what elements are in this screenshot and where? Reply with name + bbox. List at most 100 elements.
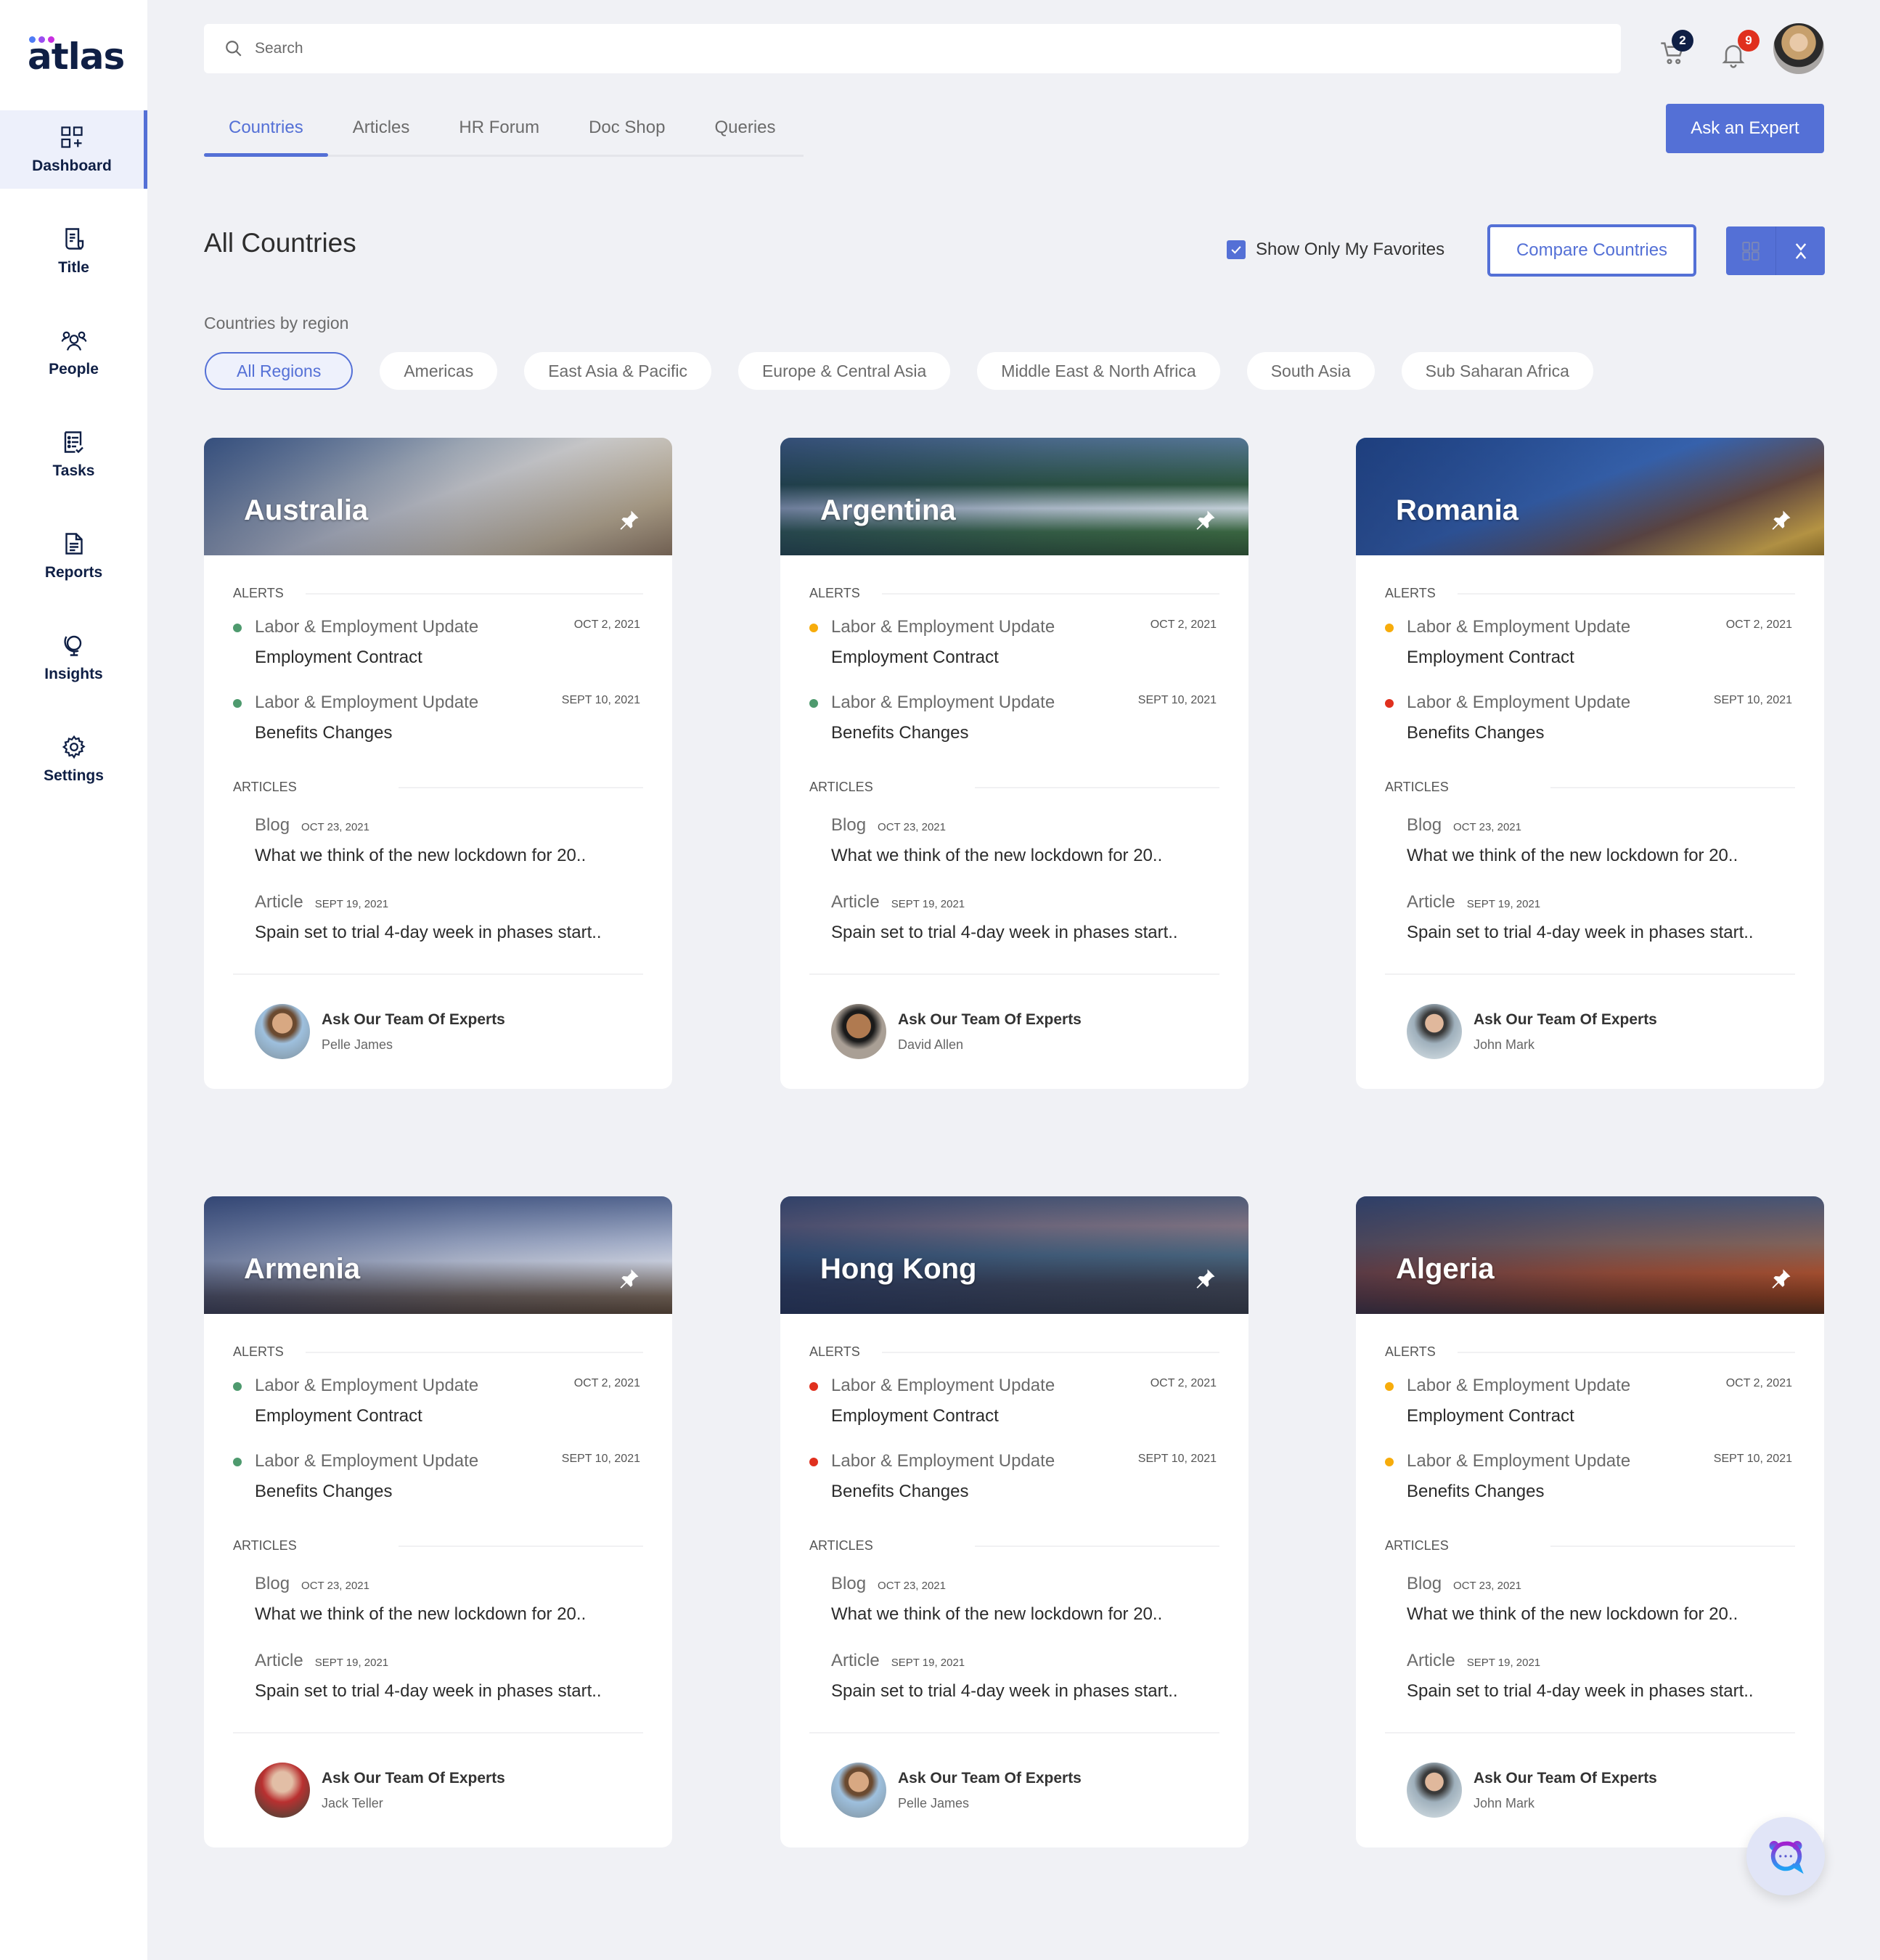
search-bar[interactable]	[204, 24, 1621, 73]
article-title: Spain set to trial 4-day week in phases …	[831, 1681, 1178, 1701]
country-card-hong-kong[interactable]: Hong Kong ALERTS Labor & Employment Upda…	[780, 1196, 1248, 1847]
tab-hr-forum[interactable]: HR Forum	[434, 102, 564, 155]
ask-expert-link[interactable]: Ask Our Team Of Experts Pelle James	[233, 1004, 643, 1059]
ask-expert-link[interactable]: Ask Our Team Of Experts John Mark	[1385, 1763, 1795, 1818]
pin-icon[interactable]	[1770, 1267, 1792, 1289]
alert-item[interactable]: Labor & Employment Update Benefits Chang…	[1385, 693, 1795, 743]
notifications-button[interactable]: 9	[1719, 30, 1760, 69]
region-pill-south-asia[interactable]: South Asia	[1246, 352, 1375, 390]
article-title: Spain set to trial 4-day week in phases …	[831, 923, 1178, 942]
compare-countries-button[interactable]: Compare Countries	[1487, 224, 1696, 277]
pin-icon[interactable]	[1195, 509, 1217, 531]
article-kind: Article	[831, 1651, 880, 1670]
country-card-header[interactable]: Argentina	[780, 438, 1248, 555]
sidebar-item-reports[interactable]: Reports	[0, 517, 147, 595]
ask-expert-link[interactable]: Ask Our Team Of Experts Jack Teller	[233, 1763, 643, 1818]
articles-section-title: ARTICLES	[1385, 780, 1795, 795]
favorites-checkbox[interactable]	[1227, 240, 1246, 259]
sidebar-item-settings[interactable]: Settings	[0, 720, 147, 799]
alert-item[interactable]: Labor & Employment Update Employment Con…	[1385, 1376, 1795, 1426]
alert-item[interactable]: Labor & Employment Update Employment Con…	[1385, 617, 1795, 668]
article-item[interactable]: Blog OCT 23, 2021 What we think of the ne…	[1385, 815, 1795, 866]
article-item[interactable]: Blog OCT 23, 2021 What we think of the ne…	[809, 815, 1219, 866]
alert-item[interactable]: Labor & Employment Update Employment Con…	[809, 1376, 1219, 1426]
article-item[interactable]: Article SEPT 19, 2021 Spain set to trial …	[233, 892, 643, 943]
ask-expert-link[interactable]: Ask Our Team Of Experts David Allen	[809, 1004, 1219, 1059]
tab-articles[interactable]: Articles	[328, 102, 435, 155]
article-date: SEPT 19, 2021	[891, 1657, 965, 1669]
expert-name: David Allen	[898, 1037, 964, 1052]
search-input[interactable]	[255, 40, 1621, 57]
article-kind: Article	[1407, 892, 1455, 912]
expert-name: Jack Teller	[322, 1795, 383, 1810]
article-item[interactable]: Blog OCT 23, 2021 What we think of the ne…	[233, 815, 643, 866]
cart-button[interactable]: 2	[1657, 30, 1693, 69]
alert-date: OCT 2, 2021	[1150, 1377, 1217, 1389]
alert-item[interactable]: Labor & Employment Update Benefits Chang…	[233, 693, 643, 743]
alert-item[interactable]: Labor & Employment Update Benefits Chang…	[233, 1451, 643, 1502]
pin-icon[interactable]	[618, 1267, 640, 1289]
country-card-header[interactable]: Armenia	[204, 1196, 672, 1314]
country-name: Algeria	[1396, 1253, 1495, 1285]
chat-assistant-button[interactable]	[1746, 1817, 1825, 1895]
tab-doc-shop[interactable]: Doc Shop	[564, 102, 690, 155]
region-pill-all[interactable]: All Regions	[205, 352, 353, 390]
country-card-argentina[interactable]: Argentina ALERTS Labor & Employment Upda…	[780, 438, 1248, 1089]
region-pill-middle-east-north-africa[interactable]: Middle East & North Africa	[977, 352, 1220, 390]
alert-item[interactable]: Labor & Employment Update Benefits Chang…	[1385, 1451, 1795, 1502]
pin-icon[interactable]	[1195, 1267, 1217, 1289]
country-card-header[interactable]: Romania	[1356, 438, 1824, 555]
sidebar-item-title[interactable]: Title	[0, 212, 147, 290]
region-pill-americas[interactable]: Americas	[380, 352, 498, 390]
alert-item[interactable]: Labor & Employment Update Benefits Chang…	[809, 1451, 1219, 1502]
country-card-header[interactable]: Algeria	[1356, 1196, 1824, 1314]
expert-name: Pelle James	[898, 1795, 970, 1810]
sidebar-item-people[interactable]: People	[0, 314, 147, 392]
sidebar-item-tasks[interactable]: Tasks	[0, 415, 147, 494]
country-card-algeria[interactable]: Algeria ALERTS Labor & Employment Update…	[1356, 1196, 1824, 1847]
article-item[interactable]: Article SEPT 19, 2021 Spain set to trial …	[1385, 892, 1795, 943]
sidebar-item-dashboard[interactable]: Dashboard	[0, 110, 147, 189]
article-item[interactable]: Article SEPT 19, 2021 Spain set to trial …	[809, 892, 1219, 943]
alert-item[interactable]: Labor & Employment Update Employment Con…	[809, 617, 1219, 668]
cart-count-badge: 2	[1672, 30, 1693, 52]
country-card-romania[interactable]: Romania ALERTS Labor & Employment Update…	[1356, 438, 1824, 1089]
sidebar-item-insights[interactable]: Insights	[0, 618, 147, 697]
tab-countries[interactable]: Countries	[204, 102, 328, 157]
region-pill-sub-saharan-africa[interactable]: Sub Saharan Africa	[1401, 352, 1593, 390]
alert-title: Benefits Changes	[255, 723, 393, 743]
pin-icon[interactable]	[618, 509, 640, 531]
user-avatar[interactable]	[1773, 23, 1824, 74]
favorites-toggle[interactable]: Show Only My Favorites	[1227, 240, 1444, 260]
alert-title: Benefits Changes	[1407, 723, 1545, 743]
country-card-header[interactable]: Australia	[204, 438, 672, 555]
region-pill-east-asia-pacific[interactable]: East Asia & Pacific	[524, 352, 711, 390]
country-card-armenia[interactable]: Armenia ALERTS Labor & Employment Update…	[204, 1196, 672, 1847]
ask-expert-link[interactable]: Ask Our Team Of Experts John Mark	[1385, 1004, 1795, 1059]
region-pill-europe-central-asia[interactable]: Europe & Central Asia	[737, 352, 951, 390]
alert-item[interactable]: Labor & Employment Update Benefits Chang…	[809, 693, 1219, 743]
alert-item[interactable]: Labor & Employment Update Employment Con…	[233, 617, 643, 668]
country-card-header[interactable]: Hong Kong	[780, 1196, 1248, 1314]
article-item[interactable]: Article SEPT 19, 2021 Spain set to trial …	[1385, 1651, 1795, 1702]
ask-expert-button[interactable]: Ask an Expert	[1666, 104, 1824, 153]
checkmark-icon	[1231, 246, 1241, 254]
country-name: Armenia	[244, 1253, 361, 1285]
article-item[interactable]: Blog OCT 23, 2021 What we think of the ne…	[809, 1574, 1219, 1625]
alert-item[interactable]: Labor & Employment Update Employment Con…	[233, 1376, 643, 1426]
collapse-view-button[interactable]	[1775, 226, 1825, 275]
alert-date: OCT 2, 2021	[1150, 618, 1217, 631]
article-item[interactable]: Blog OCT 23, 2021 What we think of the ne…	[233, 1574, 643, 1625]
article-item[interactable]: Article SEPT 19, 2021 Spain set to trial …	[809, 1651, 1219, 1702]
article-item[interactable]: Article SEPT 19, 2021 Spain set to trial …	[233, 1651, 643, 1702]
tab-queries[interactable]: Queries	[690, 102, 800, 155]
ask-expert-link[interactable]: Ask Our Team Of Experts Pelle James	[809, 1763, 1219, 1818]
country-card-australia[interactable]: Australia ALERTS Labor & Employment Upda…	[204, 438, 672, 1089]
dashboard-icon	[61, 126, 83, 148]
pin-icon[interactable]	[1770, 509, 1792, 531]
article-item[interactable]: Blog OCT 23, 2021 What we think of the ne…	[1385, 1574, 1795, 1625]
people-icon	[60, 331, 87, 351]
alert-date: SEPT 10, 2021	[1713, 1453, 1792, 1465]
atlas-logo[interactable]: atlas	[28, 35, 125, 78]
grid-view-button[interactable]	[1726, 226, 1775, 275]
